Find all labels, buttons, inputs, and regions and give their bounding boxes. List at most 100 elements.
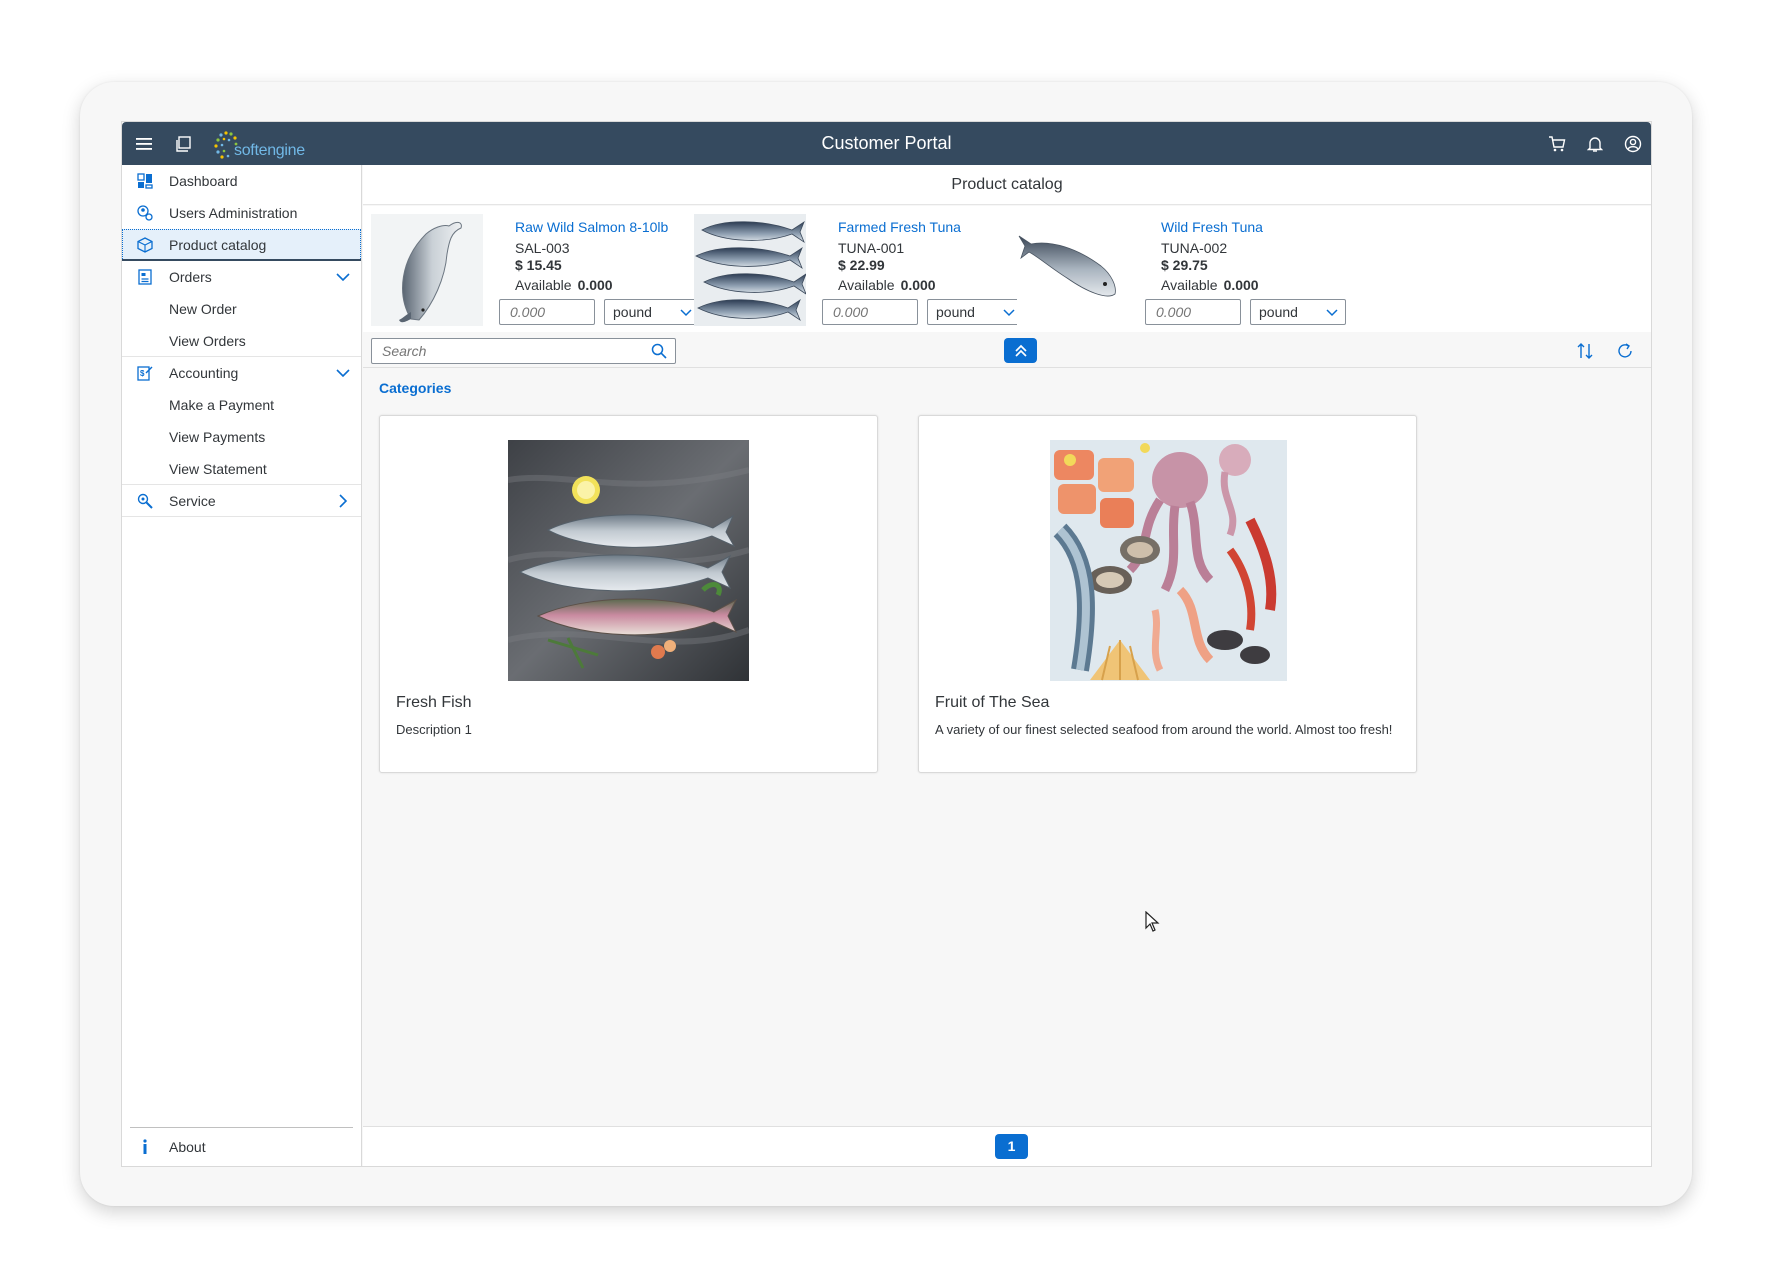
product-item: Raw Wild Salmon 8-10lb SAL-003 $ 15.45 A… — [371, 214, 701, 326]
pagination-bar: 1 — [363, 1126, 1651, 1166]
product-price: $ 29.75 — [1161, 257, 1208, 273]
unit-select[interactable]: pound — [604, 299, 700, 325]
sidebar-item-orders[interactable]: Orders — [122, 261, 361, 293]
sidebar-footer: About — [122, 1127, 361, 1166]
unit-select-value: pound — [936, 304, 975, 320]
product-icon — [136, 237, 154, 253]
sidebar-item-label: View Payments — [169, 429, 266, 445]
sidebar-item-label: New Order — [169, 301, 237, 317]
chevron-down-icon — [1003, 309, 1015, 317]
search-icon[interactable] — [651, 343, 667, 359]
page-button-current[interactable]: 1 — [995, 1134, 1028, 1159]
chevron-right-icon[interactable] — [335, 493, 351, 509]
product-carousel: Raw Wild Salmon 8-10lb SAL-003 $ 15.45 A… — [363, 206, 1651, 332]
sort-icon[interactable] — [1574, 340, 1596, 362]
sidebar-item-label: Accounting — [169, 365, 239, 381]
unit-select[interactable]: pound — [1250, 299, 1346, 325]
product-code: TUNA-001 — [838, 240, 905, 256]
double-chevron-up-icon — [1014, 344, 1027, 357]
orders-icon — [136, 269, 154, 285]
notification-bell-icon[interactable] — [1581, 130, 1609, 158]
unit-select[interactable]: pound — [927, 299, 1023, 325]
category-card-fruit-of-the-sea[interactable]: Fruit of The Sea A variety of our finest… — [918, 415, 1417, 773]
product-code: TUNA-002 — [1161, 240, 1228, 256]
main-content: Product catalog Raw Wild Salmon 8-10lb S… — [363, 165, 1651, 1166]
sidebar-item-new-order[interactable]: New Order — [122, 293, 361, 325]
sidebar-item-label: Dashboard — [169, 173, 238, 189]
chevron-down-icon — [1326, 309, 1338, 317]
category-title: Fruit of The Sea — [935, 694, 1050, 711]
sidebar-item-product-catalog[interactable]: Product catalog — [122, 229, 361, 261]
product-name-link[interactable]: Farmed Fresh Tuna — [838, 219, 961, 235]
sidebar-item-label: View Statement — [169, 460, 267, 477]
product-price: $ 22.99 — [838, 257, 885, 273]
product-availability: Available 0.000 — [515, 277, 613, 293]
category-card-fresh-fish[interactable]: Fresh Fish Description 1 — [379, 415, 878, 773]
search-field — [371, 338, 676, 364]
product-name-link[interactable]: Wild Fresh Tuna — [1161, 219, 1263, 235]
category-image-fresh-fish — [508, 440, 749, 681]
category-image-fruit-of-the-sea — [1050, 440, 1287, 681]
sidebar-item-users-administration[interactable]: Users Administration — [122, 197, 361, 229]
category-title: Fresh Fish — [396, 694, 472, 711]
refresh-icon[interactable] — [1614, 340, 1636, 362]
product-image-wild-tuna[interactable] — [1017, 214, 1129, 326]
search-input[interactable] — [372, 339, 642, 363]
unit-select-value: pound — [1259, 304, 1298, 320]
quantity-input[interactable] — [822, 299, 918, 325]
service-icon — [136, 493, 154, 509]
product-image-salmon[interactable] — [371, 214, 483, 326]
sidebar-item-make-payment[interactable]: Make a Payment — [122, 389, 361, 421]
availability-value: 0.000 — [900, 277, 936, 293]
category-description: A variety of our finest selected seafood… — [935, 722, 1393, 737]
app-title: Customer Portal — [821, 133, 952, 153]
availability-value: 0.000 — [577, 277, 613, 293]
product-availability: Available 0.000 — [838, 277, 936, 293]
page-title: Product catalog — [363, 165, 1651, 205]
sidebar-item-label: Orders — [169, 269, 212, 285]
side-navigation: Dashboard Users Administration Product c… — [122, 165, 362, 1166]
collapse-header-button[interactable] — [1004, 338, 1037, 363]
availability-label: Available — [515, 277, 572, 293]
users-admin-icon — [136, 205, 154, 221]
unit-select-value: pound — [613, 304, 652, 320]
sidebar-item-about[interactable]: About — [122, 1128, 361, 1166]
sidebar-item-view-statement[interactable]: View Statement — [122, 453, 361, 485]
mouse-cursor-icon — [1145, 911, 1160, 932]
product-availability: Available 0.000 — [1161, 277, 1259, 293]
sidebar-item-accounting[interactable]: $ Accounting — [122, 357, 361, 389]
quantity-input[interactable] — [1145, 299, 1241, 325]
sidebar-item-dashboard[interactable]: Dashboard — [122, 165, 361, 197]
sidebar-item-view-payments[interactable]: View Payments — [122, 421, 361, 453]
catalog-toolbar — [363, 332, 1651, 368]
user-profile-icon[interactable] — [1619, 130, 1647, 158]
sidebar-item-label: Product catalog — [169, 237, 267, 253]
product-image-farmed-tuna[interactable] — [694, 214, 806, 326]
product-price: $ 15.45 — [515, 257, 562, 273]
categories-heading: Categories — [379, 380, 452, 396]
product-name-link[interactable]: Raw Wild Salmon 8-10lb — [515, 219, 668, 235]
sidebar-item-label: Service — [169, 492, 216, 509]
sidebar-item-label: Users Administration — [169, 205, 298, 221]
sidebar-item-label: About — [169, 1139, 206, 1155]
sidebar-item-view-orders[interactable]: View Orders — [122, 325, 361, 357]
svg-text:$: $ — [140, 369, 145, 378]
chevron-down-icon[interactable] — [335, 365, 351, 381]
product-code: SAL-003 — [515, 240, 570, 256]
availability-label: Available — [838, 277, 895, 293]
app-window: softengine Customer Portal Dashboard Use… — [121, 121, 1652, 1167]
sidebar-item-service[interactable]: Service — [122, 485, 361, 517]
chevron-down-icon[interactable] — [335, 269, 351, 285]
chevron-down-icon — [680, 309, 692, 317]
availability-value: 0.000 — [1223, 277, 1259, 293]
product-item: Farmed Fresh Tuna TUNA-001 $ 22.99 Avail… — [694, 214, 1024, 326]
availability-label: Available — [1161, 277, 1218, 293]
quantity-input[interactable] — [499, 299, 595, 325]
sidebar-item-label: Make a Payment — [169, 397, 275, 413]
product-item: Wild Fresh Tuna TUNA-002 $ 29.75 Availab… — [1017, 214, 1347, 326]
category-description: Description 1 — [396, 722, 472, 737]
cart-icon[interactable] — [1543, 130, 1571, 158]
dashboard-icon — [136, 173, 154, 189]
accounting-icon: $ — [136, 365, 154, 381]
shell-bar: softengine Customer Portal — [122, 122, 1651, 165]
